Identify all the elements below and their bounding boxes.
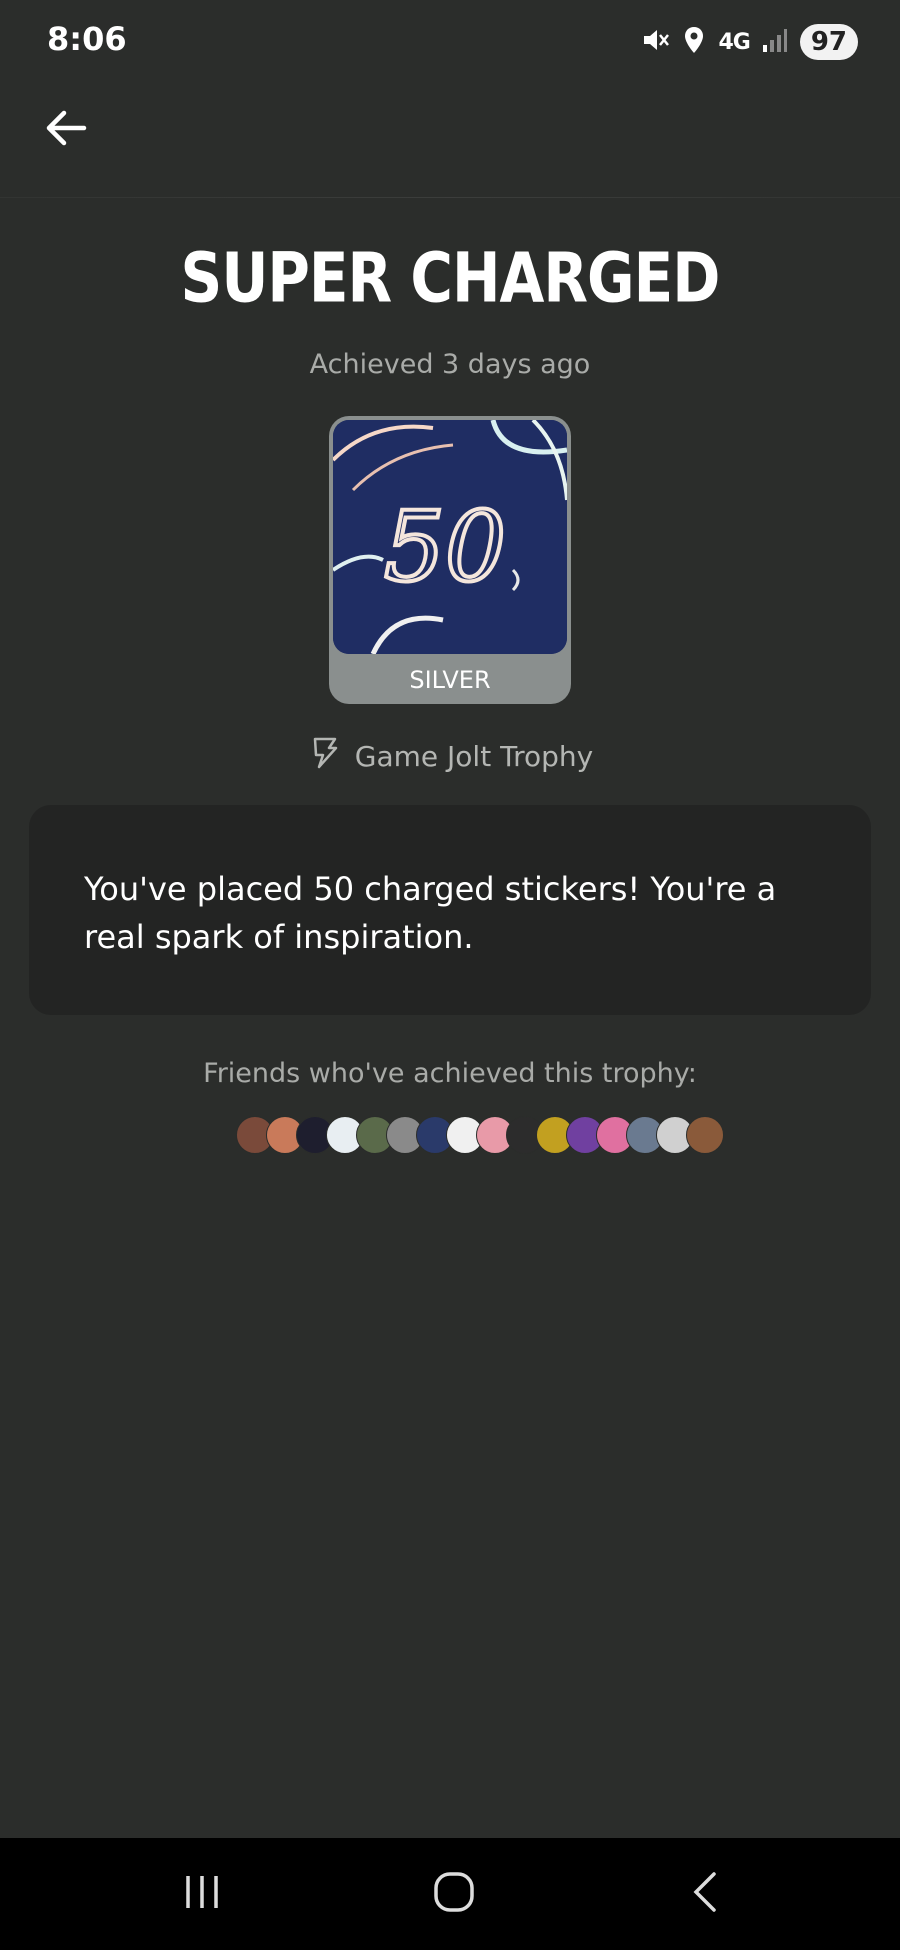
description-card: You've placed 50 charged stickers! You'r… bbox=[29, 805, 871, 1015]
back-button[interactable] bbox=[36, 100, 96, 160]
trophy-thumbnail: 50 SILVER bbox=[329, 416, 571, 704]
network-type: 4G bbox=[718, 29, 750, 55]
trophy-image-text: 50 bbox=[384, 491, 506, 603]
home-button[interactable] bbox=[404, 1858, 504, 1930]
trophy-level: SILVER bbox=[409, 666, 491, 694]
trophy-image: 50 bbox=[333, 420, 567, 654]
friend-avatar[interactable] bbox=[686, 1116, 724, 1154]
home-icon bbox=[432, 1870, 476, 1918]
back-icon bbox=[688, 1870, 724, 1918]
system-nav-bar bbox=[0, 1838, 900, 1950]
recent-apps-button[interactable] bbox=[152, 1858, 252, 1930]
lightning-icon bbox=[307, 736, 341, 777]
trophy-description: You've placed 50 charged stickers! You'r… bbox=[84, 870, 777, 956]
friends-avatars bbox=[236, 1116, 724, 1154]
trophy-type-label: Game Jolt Trophy bbox=[354, 740, 594, 773]
battery-indicator: 97 bbox=[799, 24, 858, 60]
status-icons: 4G 97 bbox=[640, 22, 858, 62]
status-time: 8:06 bbox=[47, 20, 127, 58]
header-divider bbox=[0, 197, 900, 198]
signal-icon bbox=[762, 27, 788, 57]
recent-apps-icon bbox=[180, 1872, 224, 1916]
status-bar: 8:06 4G 97 bbox=[0, 0, 900, 80]
trophy-type: Game Jolt Trophy bbox=[0, 736, 900, 777]
nav-back-button[interactable] bbox=[656, 1858, 756, 1930]
arrow-left-icon bbox=[44, 108, 88, 152]
achieved-date: Achieved 3 days ago bbox=[309, 349, 591, 380]
location-icon bbox=[682, 25, 706, 59]
mute-icon bbox=[640, 25, 670, 59]
friends-label: Friends who've achieved this trophy: bbox=[203, 1058, 697, 1089]
trophy-title: SUPER CHARGED bbox=[180, 238, 721, 319]
